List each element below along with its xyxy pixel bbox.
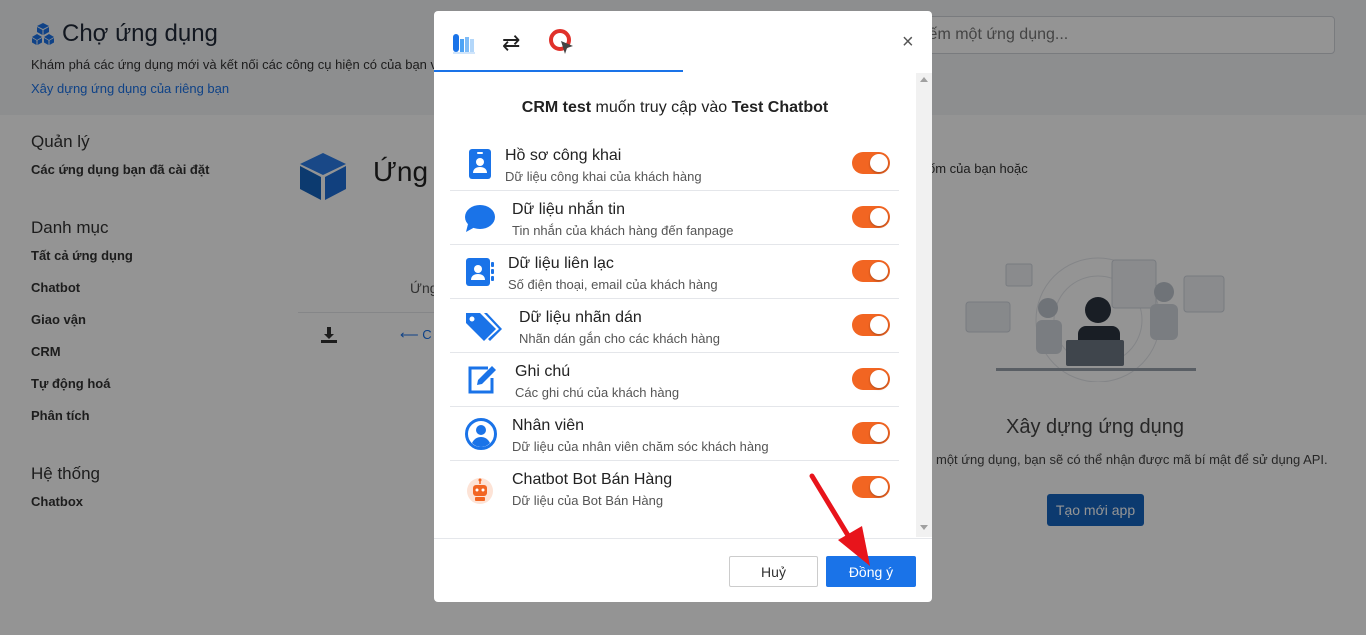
permission-row: Dữ liệu nhắn tin Tin nhắn của khách hàng…	[450, 191, 899, 245]
permission-toggle[interactable]	[852, 260, 890, 282]
target-app-icon	[549, 29, 573, 54]
crm-app-logo-icon	[453, 34, 475, 54]
modal-footer: Huỷ Đồng ý	[434, 538, 932, 602]
close-button[interactable]: ×	[902, 32, 914, 52]
permission-toggle[interactable]	[852, 422, 890, 444]
permission-row: Hồ sơ công khai Dữ liệu công khai của kh…	[450, 137, 899, 191]
permission-toggle[interactable]	[852, 368, 890, 390]
confirm-button[interactable]: Đồng ý	[826, 556, 916, 587]
permission-row: Dữ liệu nhãn dán Nhãn dán gắn cho các kh…	[450, 299, 899, 353]
modal-header: ⇄ ×	[434, 11, 932, 83]
permission-row: Chatbot Bot Bán Hàng Dữ liệu của Bot Bán…	[450, 461, 899, 515]
permission-subtitle: Dữ liệu của nhân viên chăm sóc khách hàn…	[512, 439, 769, 454]
permission-subtitle: Số điện thoại, email của khách hàng	[508, 277, 718, 292]
permission-title: Dữ liệu nhãn dán	[519, 309, 642, 326]
permission-row: Nhân viên Dữ liệu của nhân viên chăm sóc…	[450, 407, 899, 461]
target-app-name: Test Chatbot	[731, 99, 829, 116]
tab-underline	[434, 70, 683, 72]
permission-row: Ghi chú Các ghi chú của khách hàng	[450, 353, 899, 407]
permission-toggle[interactable]	[852, 476, 890, 498]
permission-title: Ghi chú	[515, 363, 571, 380]
permission-subtitle: Dữ liệu công khai của khách hàng	[505, 169, 702, 184]
permission-toggle[interactable]	[852, 152, 890, 174]
permission-modal: ⇄ × CRM test muốn truy cập vào Test Chat…	[434, 11, 932, 602]
cancel-button[interactable]: Huỷ	[729, 556, 818, 587]
permission-title: Dữ liệu liên lạc	[508, 255, 614, 272]
requester-app-name: CRM test	[521, 99, 592, 116]
access-verb: muốn truy cập vào	[591, 99, 732, 116]
access-request-text: CRM test muốn truy cập vào Test Chatbot	[434, 99, 916, 117]
scroll-up-arrow-icon[interactable]	[920, 77, 928, 82]
scroll-down-arrow-icon[interactable]	[920, 525, 928, 530]
permission-title: Dữ liệu nhắn tin	[512, 201, 625, 218]
contact-book-icon	[466, 258, 494, 286]
permission-toggle[interactable]	[852, 314, 890, 336]
id-card-icon	[469, 149, 491, 179]
permission-subtitle: Nhãn dán gắn cho các khách hàng	[519, 331, 720, 346]
robot-icon	[467, 478, 493, 504]
permission-title: Chatbot Bot Bán Hàng	[512, 471, 673, 488]
user-circle-icon	[465, 418, 497, 450]
modal-scrollbar[interactable]	[916, 73, 932, 537]
edit-note-icon	[468, 366, 496, 394]
permission-title: Nhân viên	[512, 417, 585, 434]
permission-subtitle: Dữ liệu của Bot Bán Hàng	[512, 493, 664, 508]
permission-title: Hồ sơ công khai	[505, 147, 622, 164]
permission-subtitle: Tin nhắn của khách hàng đến fanpage	[512, 223, 734, 238]
permission-list: Hồ sơ công khai Dữ liệu công khai của kh…	[450, 137, 899, 515]
swap-icon: ⇄	[502, 30, 521, 55]
permission-row: Dữ liệu liên lạc Số điện thoại, email củ…	[450, 245, 899, 299]
tags-icon	[466, 313, 502, 341]
permission-toggle[interactable]	[852, 206, 890, 228]
permission-subtitle: Các ghi chú của khách hàng	[515, 385, 680, 400]
chat-bubble-icon	[465, 205, 495, 232]
